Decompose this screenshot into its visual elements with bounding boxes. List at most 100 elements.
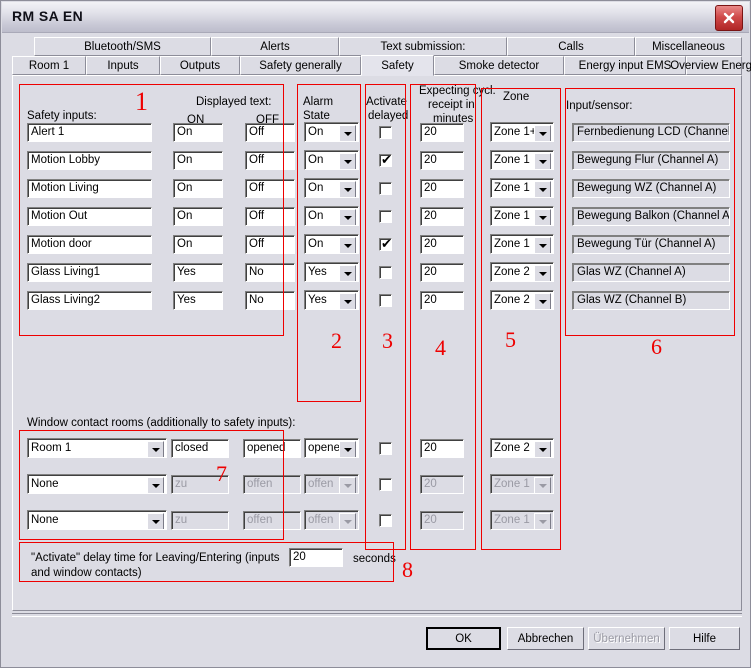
safety-input-name-4[interactable]: Motion door — [27, 235, 152, 254]
displayed-text-on-4[interactable]: On — [173, 235, 223, 254]
chevron-down-icon[interactable] — [339, 209, 356, 225]
chevron-down-icon[interactable] — [339, 237, 356, 253]
chevron-down-icon[interactable] — [339, 441, 356, 457]
ok-button[interactable]: OK — [426, 627, 501, 650]
displayed-text-on-3[interactable]: On — [173, 207, 223, 226]
alarm-state-select-4[interactable]: On — [304, 234, 359, 254]
chevron-down-icon[interactable] — [534, 125, 551, 141]
safety-input-name-6[interactable]: Glass Living2 — [27, 291, 152, 310]
tab-overview-energy[interactable]: Overview Energy — [670, 56, 751, 75]
activate-delayed-checkbox-5[interactable] — [379, 266, 392, 279]
alarm-state-select-0[interactable]: On — [304, 122, 359, 142]
chevron-down-icon[interactable] — [534, 209, 551, 225]
window-contact-opened-text-0[interactable]: opened — [243, 439, 301, 458]
activate-delayed-checkbox-0[interactable] — [379, 126, 392, 139]
chevron-down-icon[interactable] — [339, 265, 356, 281]
chevron-down-icon[interactable] — [147, 513, 164, 529]
expecting-cycle-input-6[interactable]: 20 — [420, 291, 464, 310]
displayed-text-off-1[interactable]: Off — [245, 151, 295, 170]
window-contact-delayed-checkbox-0[interactable] — [379, 442, 392, 455]
tab-inputs[interactable]: Inputs — [86, 56, 160, 75]
expecting-cycle-input-5[interactable]: 20 — [420, 263, 464, 282]
close-icon[interactable] — [715, 5, 743, 31]
displayed-text-on-1[interactable]: On — [173, 151, 223, 170]
chevron-down-icon[interactable] — [534, 153, 551, 169]
alarm-state-select-1-value: On — [308, 154, 324, 166]
activate-delayed-checkbox-4[interactable]: ✔ — [379, 237, 392, 251]
tab-bluetooth-sms[interactable]: Bluetooth/SMS — [34, 37, 211, 56]
window-contact-cycle-input-0[interactable]: 20 — [420, 439, 464, 458]
zone-select-4[interactable]: Zone 1 — [490, 234, 554, 254]
tab-safety[interactable]: Safety — [361, 55, 434, 76]
expecting-cycle-input-2[interactable]: 20 — [420, 179, 464, 198]
zone-select-2[interactable]: Zone 1 — [490, 178, 554, 198]
displayed-text-off-2[interactable]: Off — [245, 179, 295, 198]
chevron-down-icon[interactable] — [339, 181, 356, 197]
zone-select-5[interactable]: Zone 2 — [490, 262, 554, 282]
displayed-text-off-0[interactable]: Off — [245, 123, 295, 142]
zone-select-3[interactable]: Zone 1 — [490, 206, 554, 226]
tab-safety-generally[interactable]: Safety generally — [240, 56, 361, 75]
label-safety-inputs: Safety inputs: — [27, 110, 97, 122]
chevron-down-icon[interactable] — [339, 293, 356, 309]
chevron-down-icon[interactable] — [534, 237, 551, 253]
safety-input-name-5[interactable]: Glass Living1 — [27, 263, 152, 282]
chevron-down-icon[interactable] — [534, 293, 551, 309]
alarm-state-select-1[interactable]: On — [304, 150, 359, 170]
chevron-down-icon[interactable] — [339, 125, 356, 141]
displayed-text-on-2[interactable]: On — [173, 179, 223, 198]
alarm-state-select-3[interactable]: On — [304, 206, 359, 226]
chevron-down-icon[interactable] — [534, 513, 551, 529]
delay-seconds-input[interactable]: 20 — [289, 548, 343, 567]
zone-select-1[interactable]: Zone 1 — [490, 150, 554, 170]
window-contact-room-select-0[interactable]: Room 1 — [27, 438, 167, 458]
tab-outputs[interactable]: Outputs — [160, 56, 240, 75]
activate-delayed-checkbox-6[interactable] — [379, 294, 392, 307]
chevron-down-icon[interactable] — [147, 441, 164, 457]
displayed-text-off-4[interactable]: Off — [245, 235, 295, 254]
help-button[interactable]: Hilfe — [669, 627, 740, 650]
expecting-cycle-input-1[interactable]: 20 — [420, 151, 464, 170]
tab-energy-input-ems[interactable]: Energy input EMS — [564, 56, 686, 75]
chevron-down-icon[interactable] — [339, 477, 356, 493]
chevron-down-icon[interactable] — [534, 477, 551, 493]
activate-delayed-checkbox-1[interactable]: ✔ — [379, 153, 392, 167]
tab-room-1[interactable]: Room 1 — [12, 56, 86, 75]
displayed-text-off-6[interactable]: No — [245, 291, 295, 310]
displayed-text-off-5[interactable]: No — [245, 263, 295, 282]
safety-input-name-2[interactable]: Motion Living — [27, 179, 152, 198]
safety-input-name-1[interactable]: Motion Lobby — [27, 151, 152, 170]
alarm-state-select-5[interactable]: Yes — [304, 262, 359, 282]
displayed-text-on-5[interactable]: Yes — [173, 263, 223, 282]
chevron-down-icon[interactable] — [534, 181, 551, 197]
chevron-down-icon[interactable] — [534, 441, 551, 457]
activate-delayed-checkbox-3[interactable] — [379, 210, 392, 223]
expecting-cycle-input-0[interactable]: 20 — [420, 123, 464, 142]
displayed-text-on-6[interactable]: Yes — [173, 291, 223, 310]
window-contact-state-select-0[interactable]: opened — [304, 438, 359, 458]
displayed-text-off-3[interactable]: Off — [245, 207, 295, 226]
window-contact-zone-select-0[interactable]: Zone 2 — [490, 438, 554, 458]
safety-input-name-3[interactable]: Motion Out — [27, 207, 152, 226]
tab-calls[interactable]: Calls — [507, 37, 635, 56]
alarm-state-select-6[interactable]: Yes — [304, 290, 359, 310]
chevron-down-icon[interactable] — [147, 477, 164, 493]
tab-miscellaneous[interactable]: Miscellaneous — [635, 37, 742, 56]
expecting-cycle-input-4[interactable]: 20 — [420, 235, 464, 254]
chevron-down-icon[interactable] — [534, 265, 551, 281]
tab-smoke-detector[interactable]: Smoke detector — [434, 56, 564, 75]
safety-input-name-0[interactable]: Alert 1 — [27, 123, 152, 142]
tab-alerts[interactable]: Alerts — [211, 37, 339, 56]
activate-delayed-checkbox-2[interactable] — [379, 182, 392, 195]
window-contact-closed-text-0[interactable]: closed — [171, 439, 229, 458]
cancel-button[interactable]: Abbrechen — [507, 627, 584, 650]
zone-select-6[interactable]: Zone 2 — [490, 290, 554, 310]
expecting-cycle-input-3[interactable]: 20 — [420, 207, 464, 226]
zone-select-0[interactable]: Zone 1+2 — [490, 122, 554, 142]
chevron-down-icon[interactable] — [339, 513, 356, 529]
displayed-text-on-0[interactable]: On — [173, 123, 223, 142]
window-contact-closed-text-2: zu — [171, 511, 229, 530]
tab-text-submission[interactable]: Text submission: — [339, 37, 507, 56]
alarm-state-select-2[interactable]: On — [304, 178, 359, 198]
chevron-down-icon[interactable] — [339, 153, 356, 169]
